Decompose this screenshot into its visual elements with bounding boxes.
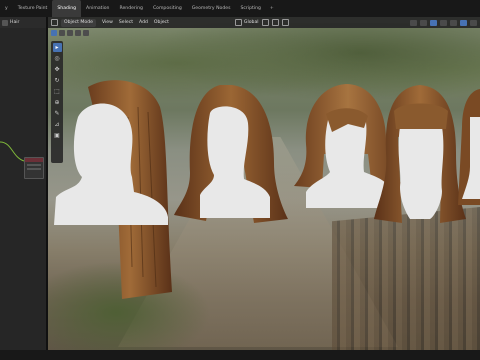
visibility-icon[interactable] xyxy=(410,19,417,26)
3d-viewport[interactable]: Object Mode View Select Add Object Globa… xyxy=(48,17,480,350)
select-invert-icon[interactable] xyxy=(75,29,81,36)
shader-node-socket xyxy=(27,168,41,170)
add-workspace-button[interactable]: + xyxy=(266,6,278,11)
hair-model-medium[interactable] xyxy=(170,83,295,228)
mannequin-bust xyxy=(398,127,444,219)
select-subtract-icon[interactable] xyxy=(67,29,73,36)
menu-view[interactable]: View xyxy=(102,20,113,25)
orientation-icon xyxy=(234,19,242,26)
mode-label: Object Mode xyxy=(64,19,93,25)
proportional-edit-icon xyxy=(281,19,289,26)
shader-node-header xyxy=(25,158,43,162)
workspace-tab-shading[interactable]: Shading xyxy=(52,0,82,17)
pivot-button[interactable] xyxy=(261,19,269,26)
orientation-selector[interactable]: Global xyxy=(234,19,259,26)
select-intersect-icon[interactable] xyxy=(83,29,89,36)
workspace-tabs-bar: y Texture Paint Shading Animation Rendering C… xyxy=(0,0,480,17)
viewport-icon xyxy=(51,19,58,26)
node-wire xyxy=(0,141,25,162)
workspace-tab-geometry-nodes[interactable]: Geometry Nodes xyxy=(187,0,236,17)
hair-bangs xyxy=(394,103,448,129)
overlay-icon[interactable] xyxy=(430,19,437,26)
move-icon[interactable]: ✥ xyxy=(53,65,62,74)
tool-shelf: ▸ ◎ ✥ ↻ ⬚ ⊕ ✎ ⊿ ▣ xyxy=(51,41,63,163)
select-extend-icon[interactable] xyxy=(59,29,65,36)
viewport-subheader xyxy=(48,28,108,37)
rotate-icon[interactable]: ↻ xyxy=(53,76,62,85)
workspace-tab-y[interactable]: y xyxy=(0,0,13,17)
editor-type-button[interactable] xyxy=(51,19,58,26)
menu-add[interactable]: Add xyxy=(139,20,148,25)
proportional-edit-button[interactable] xyxy=(281,19,289,26)
workspace-tab-texture-paint[interactable]: Texture Paint xyxy=(13,0,53,17)
scale-icon[interactable]: ⬚ xyxy=(53,87,62,96)
orientation-label: Global xyxy=(243,20,259,25)
viewport-header: Object Mode View Select Add Object Globa… xyxy=(48,17,480,28)
hair-model-long[interactable] xyxy=(48,77,178,317)
status-bar xyxy=(0,350,480,360)
snap-icon xyxy=(271,19,279,26)
xray-icon[interactable] xyxy=(440,19,447,26)
workspace-tab-rendering[interactable]: Rendering xyxy=(114,0,147,17)
annotate-icon[interactable]: ✎ xyxy=(53,109,62,118)
measure-icon[interactable]: ⊿ xyxy=(53,120,62,129)
workspace-tab-compositing[interactable]: Compositing xyxy=(148,0,187,17)
add-cube-icon[interactable]: ▣ xyxy=(53,131,62,140)
transform-icon[interactable]: ⊕ xyxy=(53,98,62,107)
select-box-icon[interactable] xyxy=(51,29,57,36)
gizmo-icon[interactable] xyxy=(420,19,427,26)
hair-model-bangs[interactable] xyxy=(372,83,468,243)
cursor-select-icon[interactable]: ▸ xyxy=(52,43,62,52)
mode-selector[interactable]: Object Mode xyxy=(61,18,96,27)
shading-material-icon[interactable] xyxy=(460,19,467,26)
snap-button[interactable] xyxy=(271,19,279,26)
shader-editor-panel[interactable]: Hair xyxy=(0,17,46,350)
workspace-tab-animation[interactable]: Animation xyxy=(81,0,114,17)
shader-node-socket xyxy=(27,164,41,166)
3d-cursor-icon[interactable]: ◎ xyxy=(53,54,62,63)
hair-model-partial[interactable] xyxy=(456,87,480,207)
workspace-tab-scripting[interactable]: Scripting xyxy=(235,0,265,17)
shader-node[interactable] xyxy=(24,157,44,179)
shading-solid-icon[interactable] xyxy=(450,19,457,26)
menu-select[interactable]: Select xyxy=(119,20,133,25)
pivot-icon xyxy=(261,19,269,26)
menu-object[interactable]: Object xyxy=(154,20,169,25)
shading-rendered-icon[interactable] xyxy=(470,19,477,26)
viewport-header-right xyxy=(410,17,480,28)
